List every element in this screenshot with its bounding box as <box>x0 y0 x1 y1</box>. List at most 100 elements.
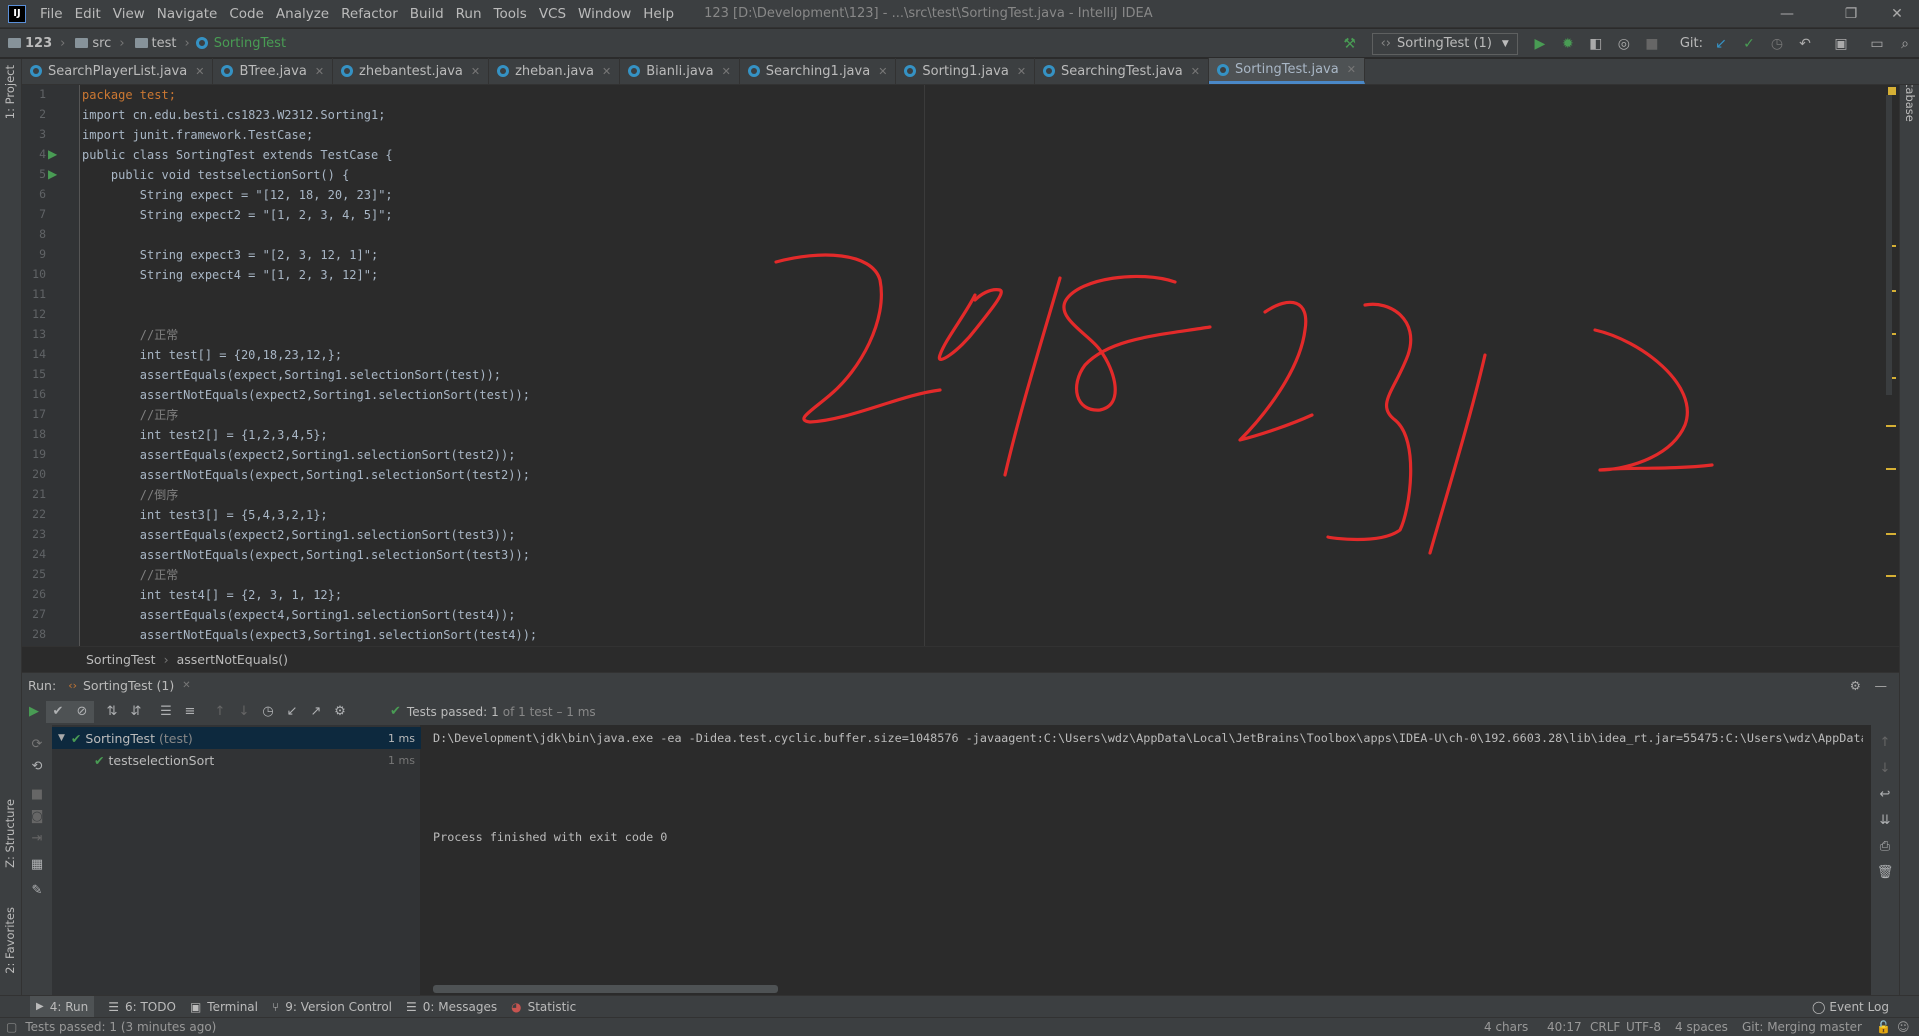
bottom-tool-statistic[interactable]: ◕ Statistic <box>511 1000 576 1014</box>
close-tab-icon[interactable]: ✕ <box>471 65 480 78</box>
menu-run[interactable]: Run <box>450 0 488 28</box>
history-icon[interactable]: ◷ <box>256 701 280 723</box>
show-passed-icon[interactable]: ✔ <box>46 700 70 723</box>
close-tab-icon[interactable]: ✕ <box>1347 63 1356 76</box>
close-tab-icon[interactable]: ✕ <box>195 65 204 78</box>
tab-sortingtest[interactable]: SortingTest.java ✕ <box>1209 58 1365 84</box>
debug-icon[interactable]: ✹ <box>1556 32 1580 56</box>
sort-alpha-icon[interactable]: ⇅ <box>100 701 124 723</box>
rerun-icon[interactable]: ▶ <box>22 701 46 723</box>
close-tab-icon[interactable]: ✕ <box>1017 65 1026 78</box>
tab-sorting1[interactable]: Sorting1.java ✕ <box>896 58 1036 84</box>
prev-failed-icon[interactable]: ↑ <box>208 701 232 723</box>
tree-item-testselectionsort[interactable]: ✔ testselectionSort 1 ms <box>52 749 421 771</box>
settings-gear-icon[interactable]: ⚙ <box>1850 678 1861 693</box>
editor-scrollbar[interactable] <box>1884 85 1898 646</box>
build-hammer-icon[interactable]: ⚒ <box>1338 32 1362 56</box>
menu-build[interactable]: Build <box>404 0 450 28</box>
menu-code[interactable]: Code <box>223 0 270 28</box>
inspector-icon[interactable]: ☺ <box>1897 1020 1910 1034</box>
soft-wrap-icon[interactable]: ↩ <box>1873 783 1897 805</box>
close-tab-icon[interactable]: ✕ <box>1191 65 1200 78</box>
menu-window[interactable]: Window <box>572 0 637 28</box>
menu-view[interactable]: View <box>107 0 151 28</box>
hide-panel-icon[interactable]: — <box>1875 678 1888 693</box>
bottom-tool-terminal[interactable]: ▣ Terminal <box>190 1000 258 1014</box>
horizontal-scroll-thumb[interactable] <box>433 985 778 993</box>
close-tab-icon[interactable]: ✕ <box>602 65 611 78</box>
crumb-file[interactable]: SortingTest <box>214 36 286 51</box>
scroll-to-end-icon[interactable]: ⇊ <box>1873 809 1897 831</box>
print-icon[interactable]: ⎙ <box>1873 835 1897 857</box>
trash-icon[interactable]: 🗑 <box>1873 861 1897 883</box>
status-line-separator[interactable]: CRLF <box>1590 1020 1620 1034</box>
tab-btree[interactable]: BTree.java ✕ <box>213 58 334 84</box>
scroll-thumb[interactable] <box>1886 95 1892 395</box>
stop-icon[interactable]: ■ <box>1640 32 1664 56</box>
tree-item-sortingtest[interactable]: ▼ ✔ SortingTest (test) 1 ms <box>52 727 421 749</box>
git-update-icon[interactable]: ↙ <box>1709 32 1733 56</box>
close-tab-icon[interactable]: ✕ <box>878 65 887 78</box>
down-arrow-icon[interactable]: ↓ <box>1873 757 1897 779</box>
code-editor[interactable]: 1 2 3 4 5 6 7 8 9 10 11 12 13 14 15 16 1… <box>22 85 1899 646</box>
bottom-tool-todo[interactable]: ☰ 6: TODO <box>108 1000 176 1014</box>
next-failed-icon[interactable]: ↓ <box>232 701 256 723</box>
status-position[interactable]: 40:17 <box>1547 1020 1582 1034</box>
run-icon[interactable]: ▶ <box>1528 32 1552 56</box>
test-settings-icon[interactable]: ⚙ <box>328 701 352 723</box>
breadcrumb-class[interactable]: SortingTest <box>86 652 156 667</box>
favorites-tool-button[interactable]: 2: Favorites <box>3 907 17 974</box>
up-arrow-icon[interactable]: ↑ <box>1873 731 1897 753</box>
menu-file[interactable]: File <box>34 0 69 28</box>
tab-zhebantest[interactable]: zhebantest.java ✕ <box>333 58 490 84</box>
menu-navigate[interactable]: Navigate <box>151 0 224 28</box>
tab-zheban[interactable]: zheban.java ✕ <box>489 58 621 84</box>
status-panel-icon[interactable]: ▢ <box>6 1020 17 1034</box>
git-history-icon[interactable]: ◷ <box>1765 32 1789 56</box>
run-config-select[interactable]: ‹› SortingTest (1) ▼ <box>1371 32 1518 55</box>
rerun-failed-icon[interactable]: ⟳ <box>25 733 49 755</box>
close-tab-icon[interactable]: ✕ <box>722 65 731 78</box>
crumb-src[interactable]: src <box>92 36 111 51</box>
search-icon[interactable]: ⌕ <box>1893 32 1917 56</box>
show-ignored-icon[interactable]: ⊘ <box>70 700 94 723</box>
project-structure-icon[interactable]: ▣ <box>1829 32 1853 56</box>
layout-icon[interactable]: ▭ <box>1865 32 1889 56</box>
sort-duration-icon[interactable]: ⇵ <box>124 701 148 723</box>
import-icon[interactable]: ↙ <box>280 701 304 723</box>
crumb-project[interactable]: 123 <box>25 36 52 51</box>
console-output[interactable]: D:\Development\jdk\bin\java.exe -ea -Did… <box>421 725 1871 995</box>
bottom-tool-vcs[interactable]: ⑂ 9: Version Control <box>272 1000 392 1014</box>
tab-searchplayerlist[interactable]: SearchPlayerList.java ✕ <box>22 58 214 84</box>
export-icon[interactable]: ↗ <box>304 701 328 723</box>
menu-edit[interactable]: Edit <box>69 0 107 28</box>
run-gutter-icon[interactable]: ▶ <box>48 167 57 181</box>
run-config-tab[interactable]: SortingTest (1) <box>83 678 174 693</box>
restore-icon[interactable]: ❐ <box>1829 0 1873 28</box>
menu-tools[interactable]: Tools <box>488 0 533 28</box>
close-tab-icon[interactable]: ✕ <box>315 65 324 78</box>
structure-tool-button[interactable]: Z: Structure <box>3 799 17 868</box>
menu-refactor[interactable]: Refactor <box>335 0 404 28</box>
coverage-icon[interactable]: ◧ <box>1584 32 1608 56</box>
minimize-icon[interactable]: — <box>1765 0 1809 28</box>
status-indent[interactable]: 4 spaces <box>1675 1020 1728 1034</box>
close-tab-icon[interactable]: ✕ <box>182 680 190 691</box>
tab-searchingtest[interactable]: SearchingTest.java ✕ <box>1035 58 1209 84</box>
tab-searching1[interactable]: Searching1.java ✕ <box>740 58 897 84</box>
toggle-auto-test-icon[interactable]: ⟲ <box>25 755 49 777</box>
profile-icon[interactable]: ◎ <box>1612 32 1636 56</box>
project-tool-button[interactable]: 1: Project <box>3 65 17 119</box>
menu-analyze[interactable]: Analyze <box>270 0 335 28</box>
git-commit-icon[interactable]: ✓ <box>1737 32 1761 56</box>
status-encoding[interactable]: UTF-8 <box>1626 1020 1661 1034</box>
tab-bianli[interactable]: Bianli.java ✕ <box>620 58 740 84</box>
pin-icon[interactable]: ✎ <box>25 879 49 901</box>
lock-icon[interactable]: 🔓 <box>1876 1020 1891 1034</box>
exit-icon[interactable]: ⇥ <box>25 827 49 849</box>
layout-icon[interactable]: ▦ <box>25 853 49 875</box>
run-gutter-icon[interactable]: ▶ <box>48 147 57 161</box>
crumb-test[interactable]: test <box>152 36 177 51</box>
code-area[interactable]: package test; import cn.edu.besti.cs1823… <box>82 85 1872 646</box>
collapse-all-icon[interactable]: ≡ <box>178 701 202 723</box>
